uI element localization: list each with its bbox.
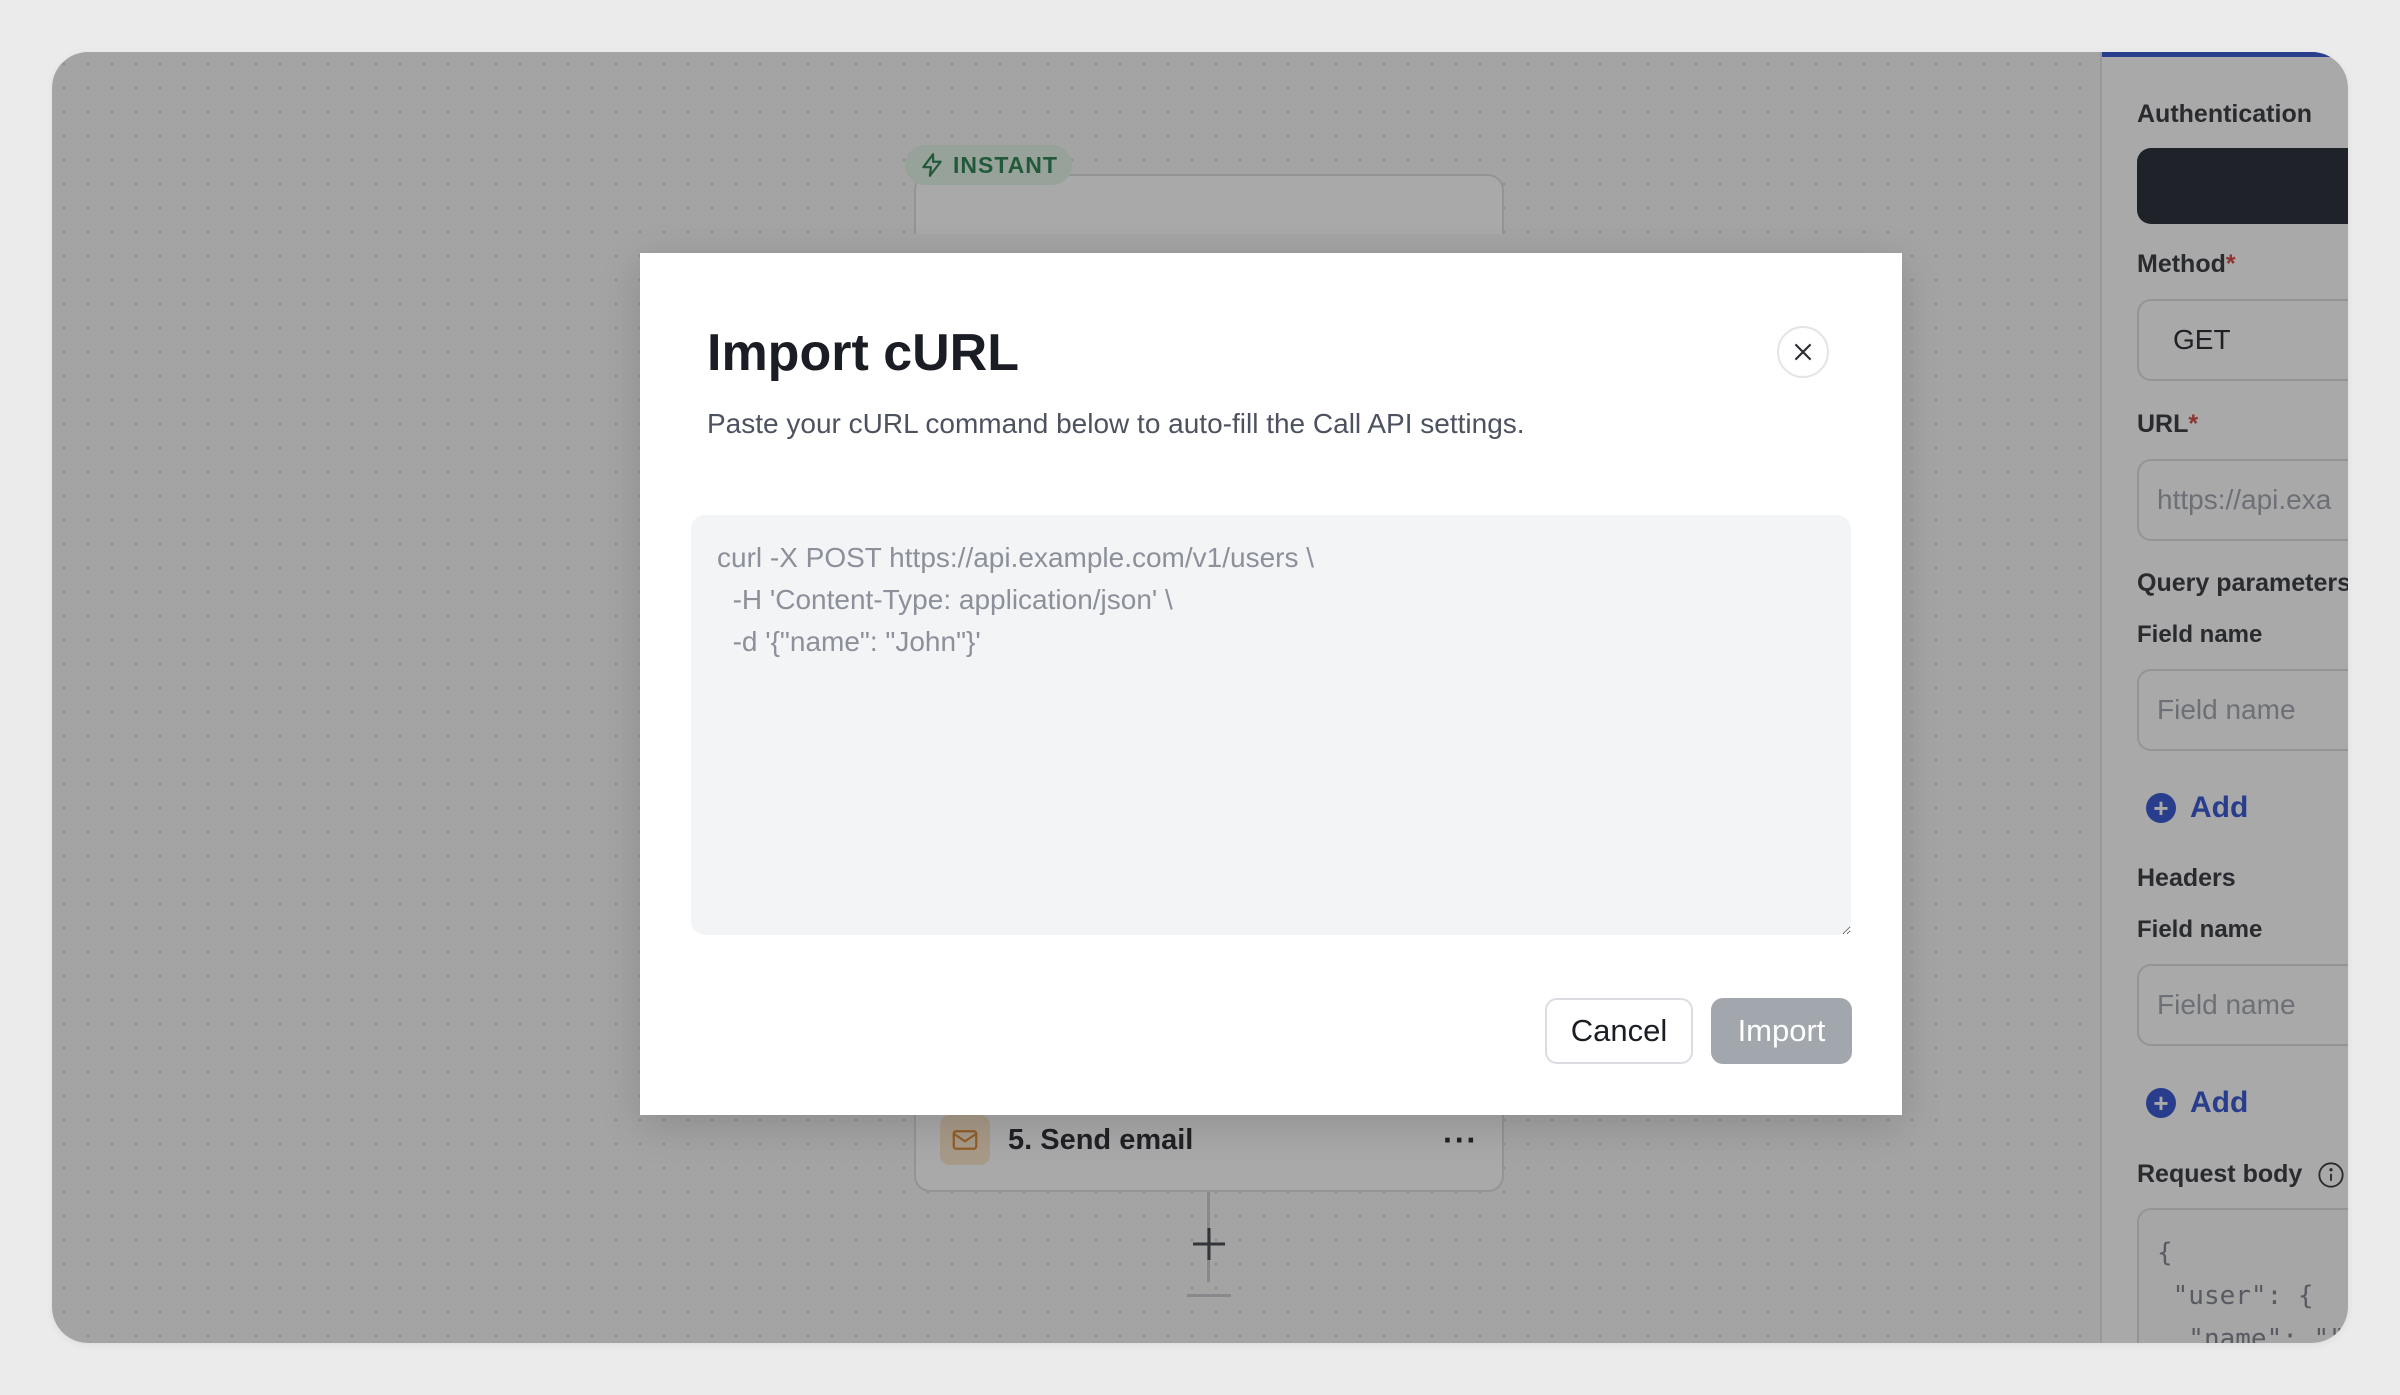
- close-icon: [1794, 343, 1812, 361]
- import-curl-dialog: Import cURL Paste your cURL command belo…: [640, 253, 1902, 1115]
- dialog-title: Import cURL: [707, 324, 1019, 382]
- dialog-description: Paste your cURL command below to auto-fi…: [707, 408, 1525, 439]
- curl-command-input[interactable]: [691, 515, 1851, 935]
- close-dialog-button[interactable]: [1777, 326, 1829, 378]
- app-window: INSTANT 5. Send email ··· Authentication…: [52, 52, 2348, 1343]
- cancel-button[interactable]: Cancel: [1545, 998, 1693, 1064]
- import-button[interactable]: Import: [1711, 998, 1852, 1064]
